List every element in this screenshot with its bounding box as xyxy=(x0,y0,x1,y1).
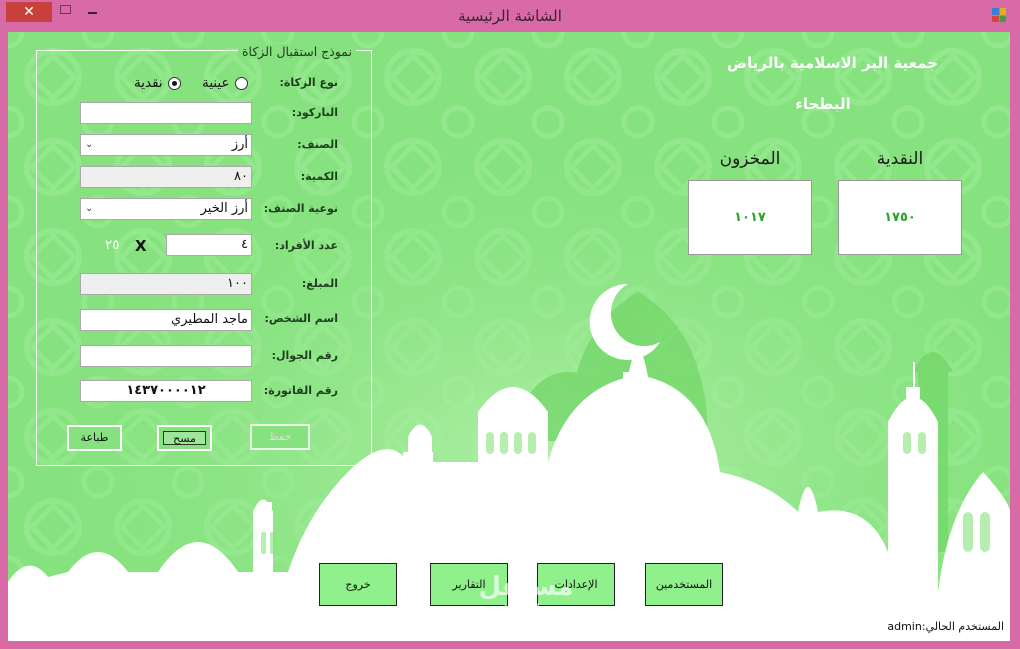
amount-label: المبلغ: xyxy=(301,277,338,290)
radio-in-kind-label: عينية xyxy=(202,75,230,91)
quantity-label: الكمية: xyxy=(300,170,338,183)
mobile-label: رقم الجوال: xyxy=(271,349,338,362)
chevron-down-icon[interactable]: ⌄ xyxy=(85,203,93,214)
persons-input[interactable]: ٤ xyxy=(166,234,252,256)
category-label: الصنف: xyxy=(297,138,338,151)
multiplier-value: ٢٥ xyxy=(105,237,120,253)
save-button[interactable]: حفظ xyxy=(250,424,310,450)
multiply-sign: X xyxy=(135,237,147,255)
current-user-label: المستخدم الحالي: xyxy=(921,620,1004,633)
cash-value: ١٧٥٠ xyxy=(838,180,962,255)
watermark-latin: mostaql.com xyxy=(462,601,590,622)
title-bar: ✕ الشاشة الرئيسية xyxy=(0,0,1020,32)
zakat-type-label: نوع الزكاة: xyxy=(279,76,338,89)
persons-label: عدد الأفراد: xyxy=(274,239,338,252)
category-selected-value: أرز xyxy=(231,137,248,152)
category-type-selected-value: أرز الخير xyxy=(200,201,248,216)
mobile-input[interactable] xyxy=(80,345,252,367)
users-button[interactable]: المستخدمين xyxy=(645,563,723,606)
main-window: نموذج استقبال الزكاة نوع الزكاة: عينية ن… xyxy=(8,32,1010,641)
radio-in-kind[interactable]: عينية xyxy=(202,75,248,91)
category-type-label: نوعية الصنف: xyxy=(263,202,338,215)
radio-in-kind-dot[interactable] xyxy=(234,76,248,90)
invoice-label: رقم الفاتورة: xyxy=(263,384,338,397)
radio-cash[interactable]: نقدية xyxy=(134,75,181,91)
clear-button-label: مسح xyxy=(163,431,206,445)
person-name-input[interactable]: ماجد المطيري xyxy=(80,309,252,331)
form-legend: نموذج استقبال الزكاة xyxy=(238,44,356,59)
amount-field: ١٠٠ xyxy=(80,273,252,295)
barcode-input[interactable] xyxy=(80,102,252,124)
category-type-select[interactable]: أرز الخير ⌄ xyxy=(80,198,252,220)
cash-label: النقدية xyxy=(876,149,924,169)
print-button[interactable]: طباعة xyxy=(67,425,122,451)
person-name-label: اسم الشخص: xyxy=(264,312,338,325)
watermark-arabic: مستقل xyxy=(478,572,574,602)
clear-button[interactable]: مسح xyxy=(157,425,212,451)
exit-button[interactable]: خروج xyxy=(319,563,397,606)
radio-cash-dot[interactable] xyxy=(167,76,181,90)
stock-value: ١٠١٧ xyxy=(688,180,812,255)
invoice-input[interactable]: ١٤٣٧٠٠٠٠١٢ xyxy=(80,380,252,402)
app-icon xyxy=(992,8,1006,22)
category-select[interactable]: أرز ⌄ xyxy=(80,134,252,156)
barcode-label: الباركود: xyxy=(291,106,338,119)
current-user-name: admin xyxy=(887,620,922,633)
window-title: الشاشة الرئيسية xyxy=(458,7,562,25)
org-name: جمعية البر الاسلامية بالرياض xyxy=(726,54,938,72)
radio-cash-label: نقدية xyxy=(134,75,163,91)
watermark: مستقل mostaql.com xyxy=(456,572,596,622)
current-user-status: المستخدم الحالي:admin xyxy=(887,620,1004,633)
branch-name: البطحاء xyxy=(795,95,851,113)
chevron-down-icon[interactable]: ⌄ xyxy=(85,139,93,150)
quantity-field: ٨٠ xyxy=(80,166,252,188)
stock-label: المخزون xyxy=(719,149,781,169)
